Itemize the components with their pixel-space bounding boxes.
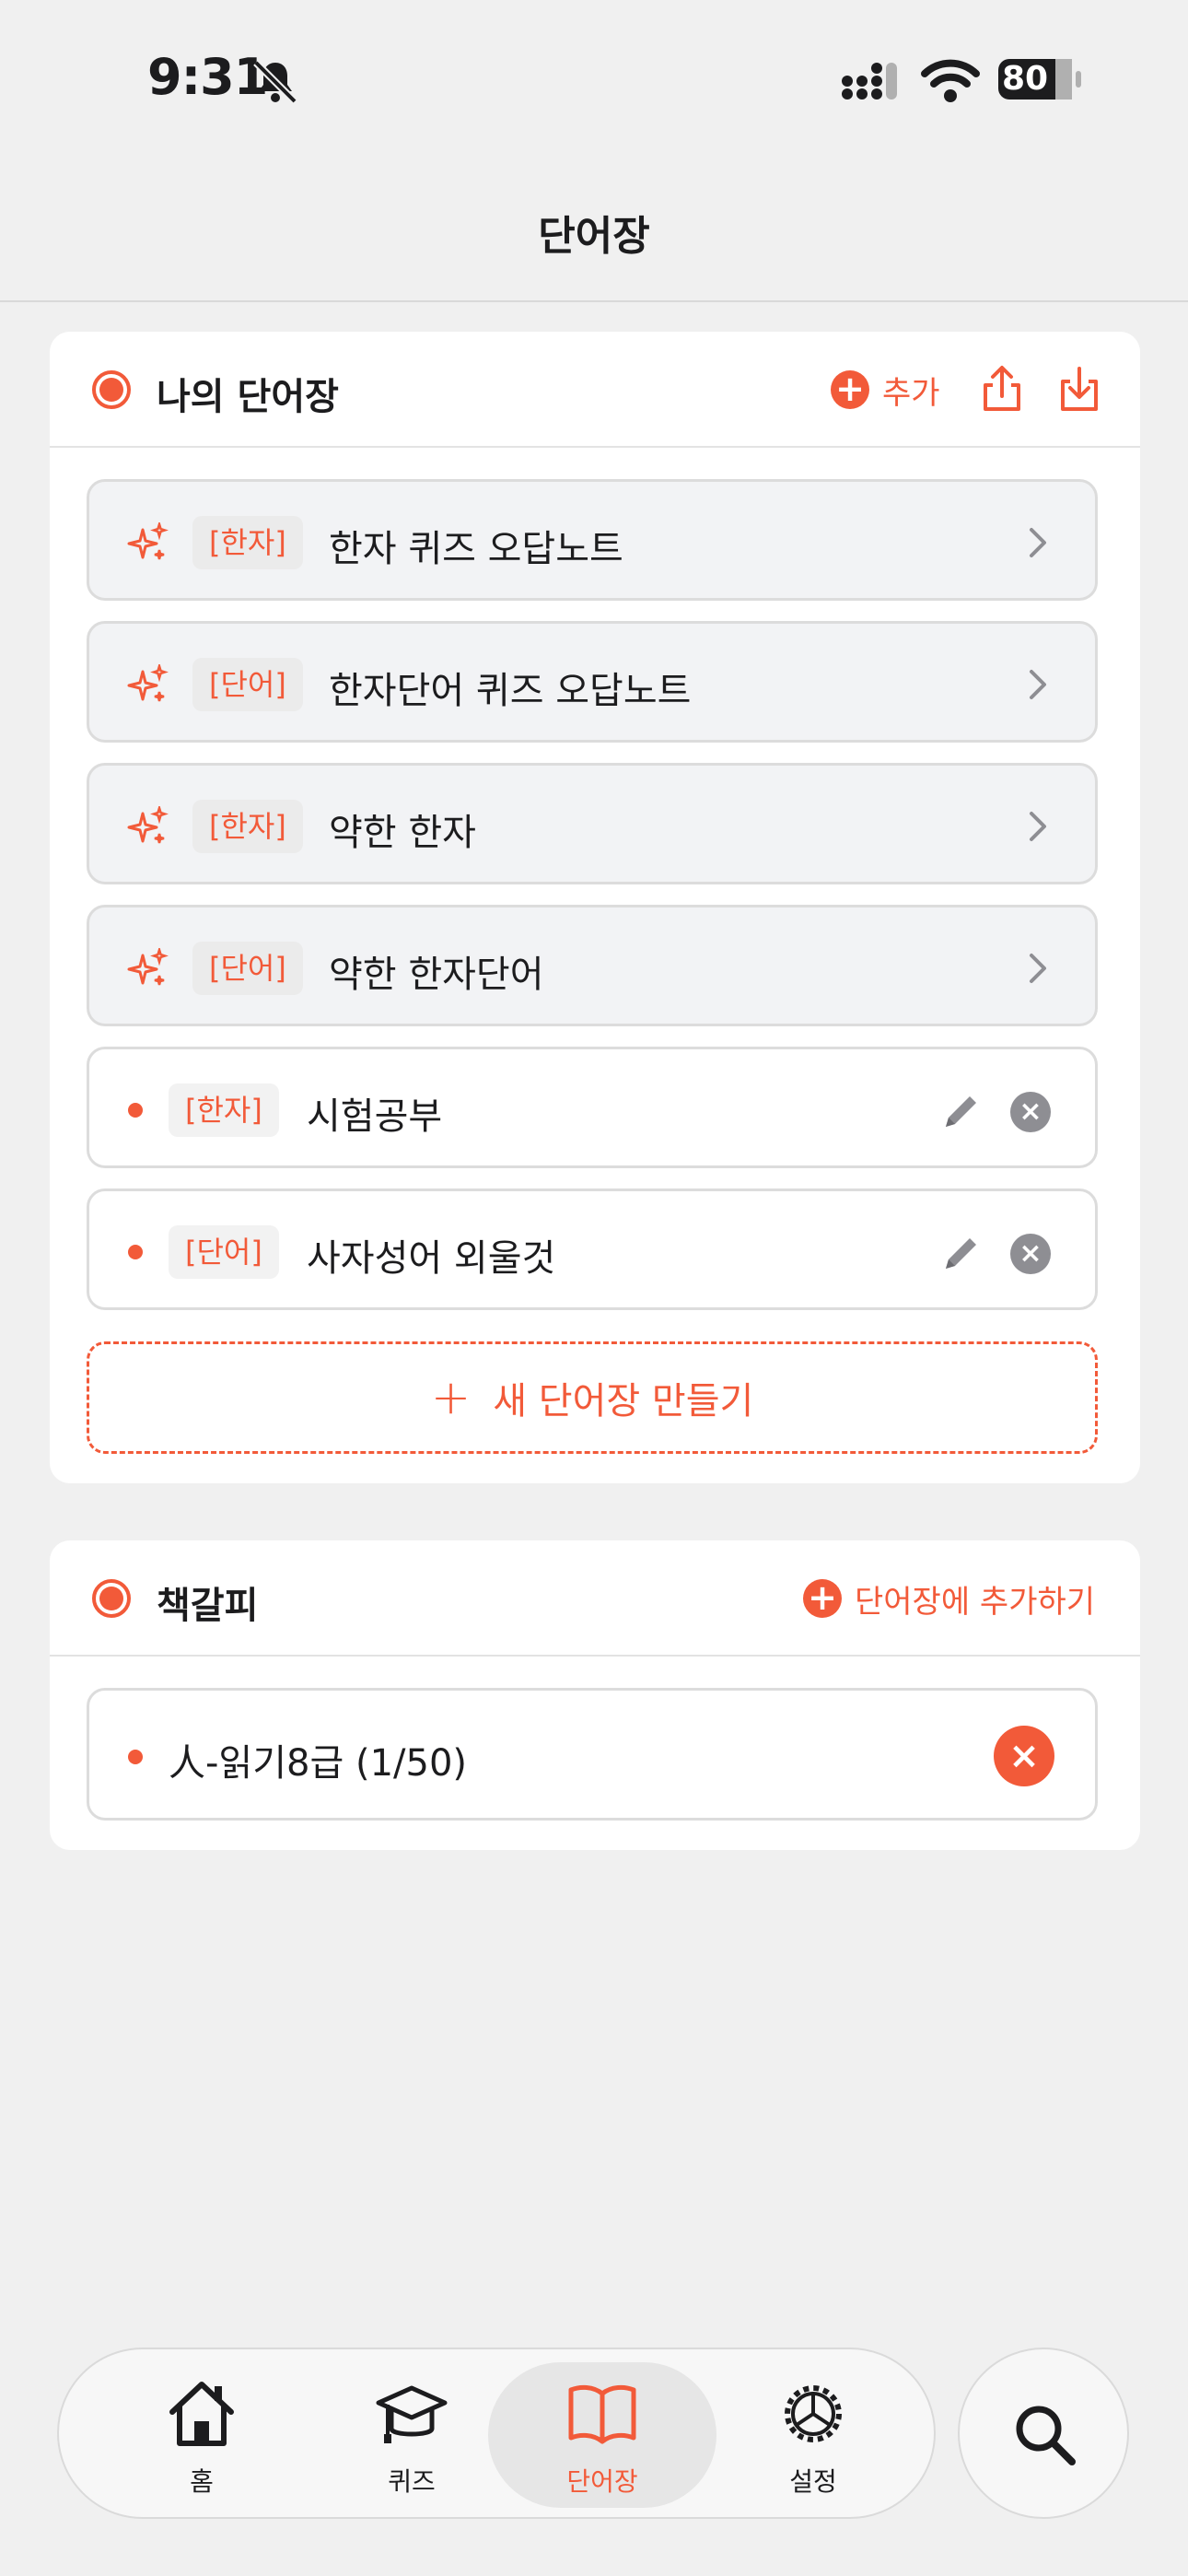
new-book-button[interactable]: + 새 단어장 만들기 — [87, 1341, 1098, 1454]
graduation-cap-icon — [376, 2385, 448, 2443]
tab-quiz[interactable]: 퀴즈 — [306, 2349, 518, 2521]
delete-list-button[interactable]: × — [1010, 1234, 1051, 1274]
tab-vocab[interactable]: 단어장 — [496, 2349, 708, 2521]
bookmark-row[interactable]: 人-읽기8급 (1/50) × — [87, 1688, 1098, 1821]
list-label: 한자단어 퀴즈 오답노트 — [329, 670, 692, 712]
sparkles-icon — [127, 664, 169, 702]
section-dot-icon — [92, 370, 131, 409]
custom-list-row[interactable]: [단어] 사자성어 외울것 × — [87, 1188, 1098, 1310]
gear-icon — [785, 2385, 842, 2442]
list-label: 약한 한자 — [329, 812, 476, 854]
remove-bookmark-button[interactable]: × — [994, 1726, 1054, 1786]
bell-slash-icon — [253, 60, 297, 104]
card-header-divider — [50, 446, 1140, 448]
chevron-right-icon — [1030, 528, 1046, 557]
plus-circle-icon: + — [831, 370, 869, 409]
tab-home-label: 홈 — [190, 2466, 214, 2497]
add-to-book-button[interactable]: + 단어장에 추가하기 — [803, 1575, 1095, 1622]
battery-level: 80 — [1002, 60, 1049, 98]
pencil-icon[interactable] — [940, 1090, 983, 1132]
tab-settings[interactable]: 설정 — [707, 2349, 919, 2521]
sparkles-icon — [127, 522, 169, 560]
smart-list-row[interactable]: [한자] 한자 퀴즈 오답노트 — [87, 479, 1098, 601]
list-label: 약한 한자단어 — [329, 954, 544, 996]
wifi-icon — [921, 59, 980, 102]
pencil-icon[interactable] — [940, 1232, 983, 1274]
battery-indicator: 80 — [996, 55, 1085, 103]
page-title: 단어장 — [538, 213, 650, 260]
list-label: 시험공부 — [307, 1095, 443, 1138]
sparkles-icon — [127, 948, 169, 986]
card-header-divider — [50, 1655, 1140, 1657]
bookmark-label: 人-읽기8급 (1/50) — [169, 1742, 468, 1785]
custom-list-row[interactable]: [한자] 시험공부 × — [87, 1047, 1098, 1168]
bullet-dot-icon — [128, 1750, 143, 1764]
list-type-tag: [한자] — [192, 516, 303, 569]
my-books-card: 나의 단어장 + 추가 [한자] 한자 퀴즈 오답노트 [단어] 한자단어 퀴즈… — [50, 332, 1140, 1483]
plus-circle-icon: + — [803, 1579, 842, 1618]
chevron-right-icon — [1030, 812, 1046, 841]
list-label: 한자 퀴즈 오답노트 — [329, 528, 623, 570]
bookmarks-title: 책갈피 — [157, 1585, 259, 1627]
search-button[interactable] — [958, 2348, 1129, 2519]
section-dot-icon — [92, 1579, 131, 1618]
magnifying-glass-icon — [1016, 2406, 1076, 2465]
cellular-signal-icon — [842, 63, 897, 100]
book-icon — [568, 2384, 636, 2444]
my-books-title: 나의 단어장 — [157, 376, 339, 418]
plus-icon: + — [430, 1370, 472, 1425]
chevron-right-icon — [1030, 670, 1046, 699]
nav-divider — [0, 300, 1188, 302]
smart-list-row[interactable]: [단어] 한자단어 퀴즈 오답노트 — [87, 621, 1098, 743]
add-book-label: 추가 — [882, 374, 940, 412]
list-type-tag: [단어] — [192, 942, 303, 995]
download-icon[interactable] — [1057, 365, 1101, 413]
share-icon[interactable] — [980, 365, 1024, 413]
smart-list-row[interactable]: [단어] 약한 한자단어 — [87, 905, 1098, 1026]
new-book-label: 새 단어장 만들기 — [493, 1380, 754, 1423]
list-type-tag: [단어] — [169, 1225, 279, 1279]
tab-home[interactable]: 홈 — [96, 2349, 308, 2521]
tab-vocab-label: 단어장 — [566, 2466, 638, 2497]
delete-list-button[interactable]: × — [1010, 1092, 1051, 1132]
add-to-book-label: 단어장에 추가하기 — [855, 1583, 1096, 1621]
bullet-dot-icon — [128, 1103, 143, 1118]
tab-bar: 홈 퀴즈 단어장 설정 — [57, 2348, 936, 2519]
list-label: 사자성어 외울것 — [307, 1237, 556, 1280]
list-type-tag: [한자] — [169, 1083, 279, 1137]
sparkles-icon — [127, 806, 169, 844]
status-time: 9:31 — [147, 48, 268, 106]
list-type-tag: [한자] — [192, 800, 303, 853]
house-icon — [169, 2382, 234, 2446]
add-book-button[interactable]: + 추가 — [831, 367, 940, 413]
bullet-dot-icon — [128, 1245, 143, 1259]
smart-list-row[interactable]: [한자] 약한 한자 — [87, 763, 1098, 884]
tab-settings-label: 설정 — [789, 2466, 837, 2497]
bookmarks-card: 책갈피 + 단어장에 추가하기 人-읽기8급 (1/50) × — [50, 1540, 1140, 1850]
list-type-tag: [단어] — [192, 658, 303, 711]
tab-quiz-label: 퀴즈 — [388, 2466, 436, 2497]
chevron-right-icon — [1030, 954, 1046, 983]
